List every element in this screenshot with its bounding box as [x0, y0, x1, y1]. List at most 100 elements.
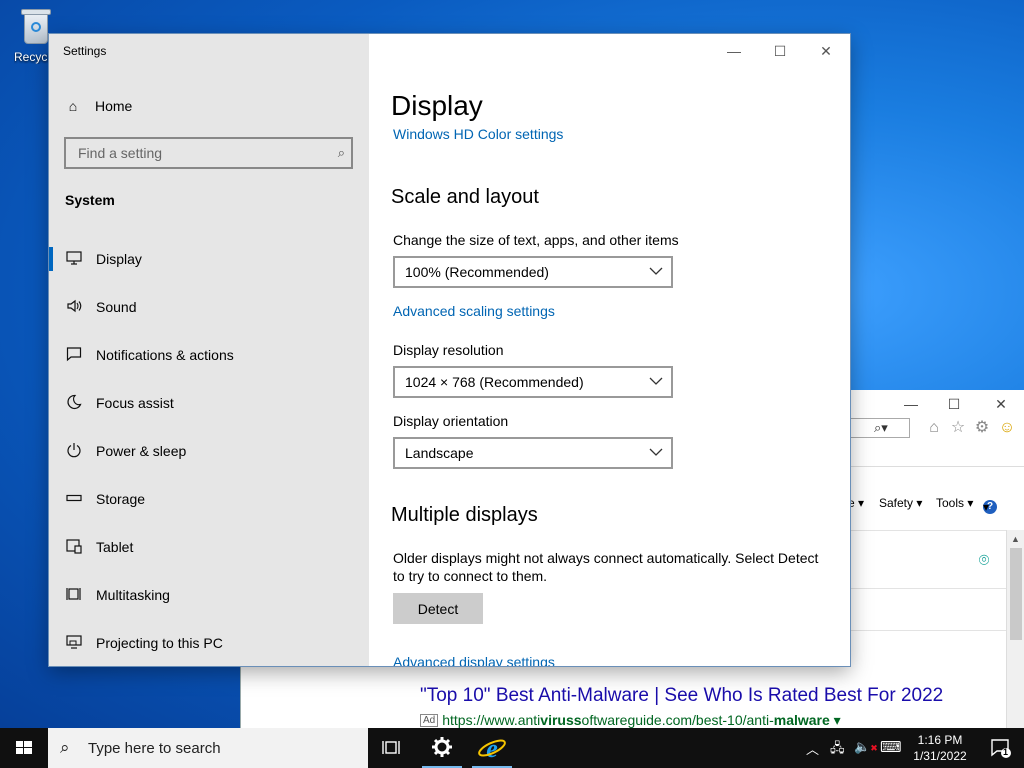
sidebar-item-multitasking[interactable]: Multitasking — [49, 573, 369, 617]
nav-home-label: Home — [95, 98, 133, 114]
notification-icon — [991, 739, 1011, 758]
sidebar-item-label: Sound — [96, 299, 137, 315]
search-icon: ⌕ — [60, 738, 70, 757]
hd-color-settings-link[interactable]: Windows HD Color settings — [393, 126, 563, 142]
advanced-display-link[interactable]: Advanced display settings — [393, 654, 555, 666]
gear-icon[interactable]: ⚙ — [972, 418, 992, 438]
search-icon[interactable]: ⌕ — [338, 145, 345, 161]
ie-divider — [848, 630, 1006, 631]
maximize-icon[interactable]: ☐ — [769, 40, 791, 62]
recycle-bin-icon — [19, 6, 53, 46]
scale-dropdown[interactable]: 100% (Recommended) — [393, 256, 673, 288]
ad-url-bold-2: malware — [773, 712, 830, 728]
search-input[interactable] — [66, 139, 324, 167]
clock-date: 1/31/2022 — [913, 749, 967, 763]
minimize-icon[interactable]: — — [723, 40, 745, 62]
storage-icon — [65, 490, 83, 508]
home-icon: ⌂ — [68, 98, 78, 114]
settings-sidebar: Settings ⌂ Home ⌕ System Display Sound No… — [49, 34, 369, 666]
tablet-icon — [65, 538, 83, 556]
ie-vertical-scrollbar[interactable]: ▲ — [1006, 530, 1024, 728]
ad-url-mid: oftwareguide.com/best-10/anti- — [581, 712, 774, 728]
sidebar-item-label: Notifications & actions — [96, 347, 234, 363]
start-button[interactable] — [0, 728, 48, 768]
taskbar: ⌕ Type here to search e ︿ 🖧 🔈✖ ⌨ 1:16 PM… — [0, 728, 1024, 768]
ad-url-bold-1: viruss — [540, 712, 582, 728]
sidebar-item-label: Focus assist — [96, 395, 174, 411]
advanced-scaling-link[interactable]: Advanced scaling settings — [393, 303, 555, 319]
taskbar-ie-app[interactable]: e — [468, 728, 516, 768]
orientation-label: Display orientation — [393, 413, 509, 429]
scale-label: Change the size of text, apps, and other… — [393, 232, 679, 248]
scroll-up-icon[interactable]: ▲ — [1011, 534, 1020, 544]
nav-group-label: System — [65, 192, 115, 208]
close-icon[interactable]: ✕ — [815, 40, 837, 62]
sidebar-item-label: Multitasking — [96, 587, 170, 603]
resolution-value: 1024 × 768 (Recommended) — [405, 374, 584, 390]
sidebar-item-focus-assist[interactable]: Focus assist — [49, 381, 369, 425]
clock-time: 1:16 PM — [917, 733, 963, 747]
ie-close-icon[interactable]: ✕ — [991, 394, 1011, 414]
task-view-button[interactable] — [368, 728, 416, 768]
multiple-displays-description: Older displays might not always connect … — [393, 550, 819, 584]
ad-url-line[interactable]: Ad https://www.antivirussoftwareguide.com… — [420, 712, 841, 729]
volume-muted-icon[interactable]: 🔈✖ — [854, 739, 878, 755]
sidebar-item-projecting[interactable]: Projecting to this PC — [49, 621, 369, 665]
orientation-dropdown[interactable]: Landscape — [393, 437, 673, 469]
taskbar-search-text: Type here to search — [88, 740, 221, 757]
scale-value: 100% (Recommended) — [405, 264, 549, 280]
sidebar-item-power-sleep[interactable]: Power & sleep — [49, 429, 369, 473]
taskbar-search-box[interactable]: ⌕ Type here to search — [48, 728, 368, 768]
visual-search-icon[interactable]: ⌾ — [973, 549, 995, 571]
resolution-dropdown[interactable]: 1024 × 768 (Recommended) — [393, 366, 673, 398]
sidebar-item-tablet[interactable]: Tablet — [49, 525, 369, 569]
ie-command-bar: e ▾ Safety ▾ Tools ▾ ? ▾ — [848, 492, 1024, 514]
sidebar-item-label: Storage — [96, 491, 146, 507]
ie-maximize-icon[interactable]: ☐ — [944, 394, 964, 414]
ie-divider — [848, 466, 1024, 467]
find-setting-search[interactable]: ⌕ — [64, 137, 353, 169]
taskbar-settings-app[interactable] — [418, 728, 466, 768]
active-indicator — [49, 247, 53, 271]
resolution-label: Display resolution — [393, 342, 504, 358]
sidebar-item-label: Power & sleep — [96, 443, 187, 459]
ie-page-menu[interactable]: e ▾ — [848, 496, 864, 510]
sidebar-item-notifications[interactable]: Notifications & actions — [49, 333, 369, 377]
ie-safety-menu[interactable]: Safety ▾ — [879, 496, 922, 510]
favorites-star-icon[interactable]: ☆ — [948, 418, 968, 438]
taskbar-clock[interactable]: 1:16 PM 1/31/2022 — [906, 732, 974, 764]
ie-help-chevron: ▾ — [983, 500, 990, 514]
settings-content: — ☐ ✕ Display Windows HD Color settings … — [369, 34, 850, 666]
scrollbar-thumb[interactable] — [1010, 548, 1022, 640]
gear-icon — [432, 737, 452, 757]
monitor-icon — [65, 250, 83, 268]
smiley-feedback-icon[interactable]: ☺ — [997, 418, 1017, 438]
ad-url-prefix: https://www.anti — [442, 712, 541, 728]
ad-badge: Ad — [420, 714, 439, 727]
task-view-icon — [382, 741, 400, 754]
ie-minimize-icon[interactable]: — — [901, 394, 921, 414]
action-center-button[interactable]: 1 — [976, 728, 1024, 768]
network-icon[interactable]: 🖧 — [830, 739, 845, 761]
settings-window[interactable]: Settings ⌂ Home ⌕ System Display Sound No… — [49, 34, 850, 666]
nav-home[interactable]: ⌂ Home — [65, 98, 133, 114]
ie-tools-menu[interactable]: Tools ▾ — [936, 496, 973, 510]
ad-title-link[interactable]: "Top 10" Best Anti-Malware | See Who Is … — [420, 685, 943, 707]
sidebar-item-label: Display — [96, 251, 142, 267]
ad-url-suffix: ▾ — [829, 712, 841, 728]
detect-button[interactable]: Detect — [393, 593, 483, 624]
sidebar-item-display[interactable]: Display — [49, 237, 369, 281]
home-icon[interactable]: ⌂ — [924, 418, 944, 438]
chevron-up-icon[interactable]: ︿ — [806, 739, 819, 758]
search-icon: ⌕▾ — [874, 420, 888, 435]
sidebar-item-storage[interactable]: Storage — [49, 477, 369, 521]
ie-address-search[interactable]: ⌕▾ — [848, 418, 910, 438]
chevron-down-icon — [649, 448, 663, 456]
notification-icon — [65, 346, 83, 364]
orientation-value: Landscape — [405, 445, 474, 461]
sidebar-item-sound[interactable]: Sound — [49, 285, 369, 329]
ie-divider — [848, 530, 1006, 531]
sidebar-item-label: Projecting to this PC — [96, 635, 223, 651]
moon-icon — [65, 394, 83, 412]
keyboard-icon[interactable]: ⌨ — [880, 738, 902, 756]
